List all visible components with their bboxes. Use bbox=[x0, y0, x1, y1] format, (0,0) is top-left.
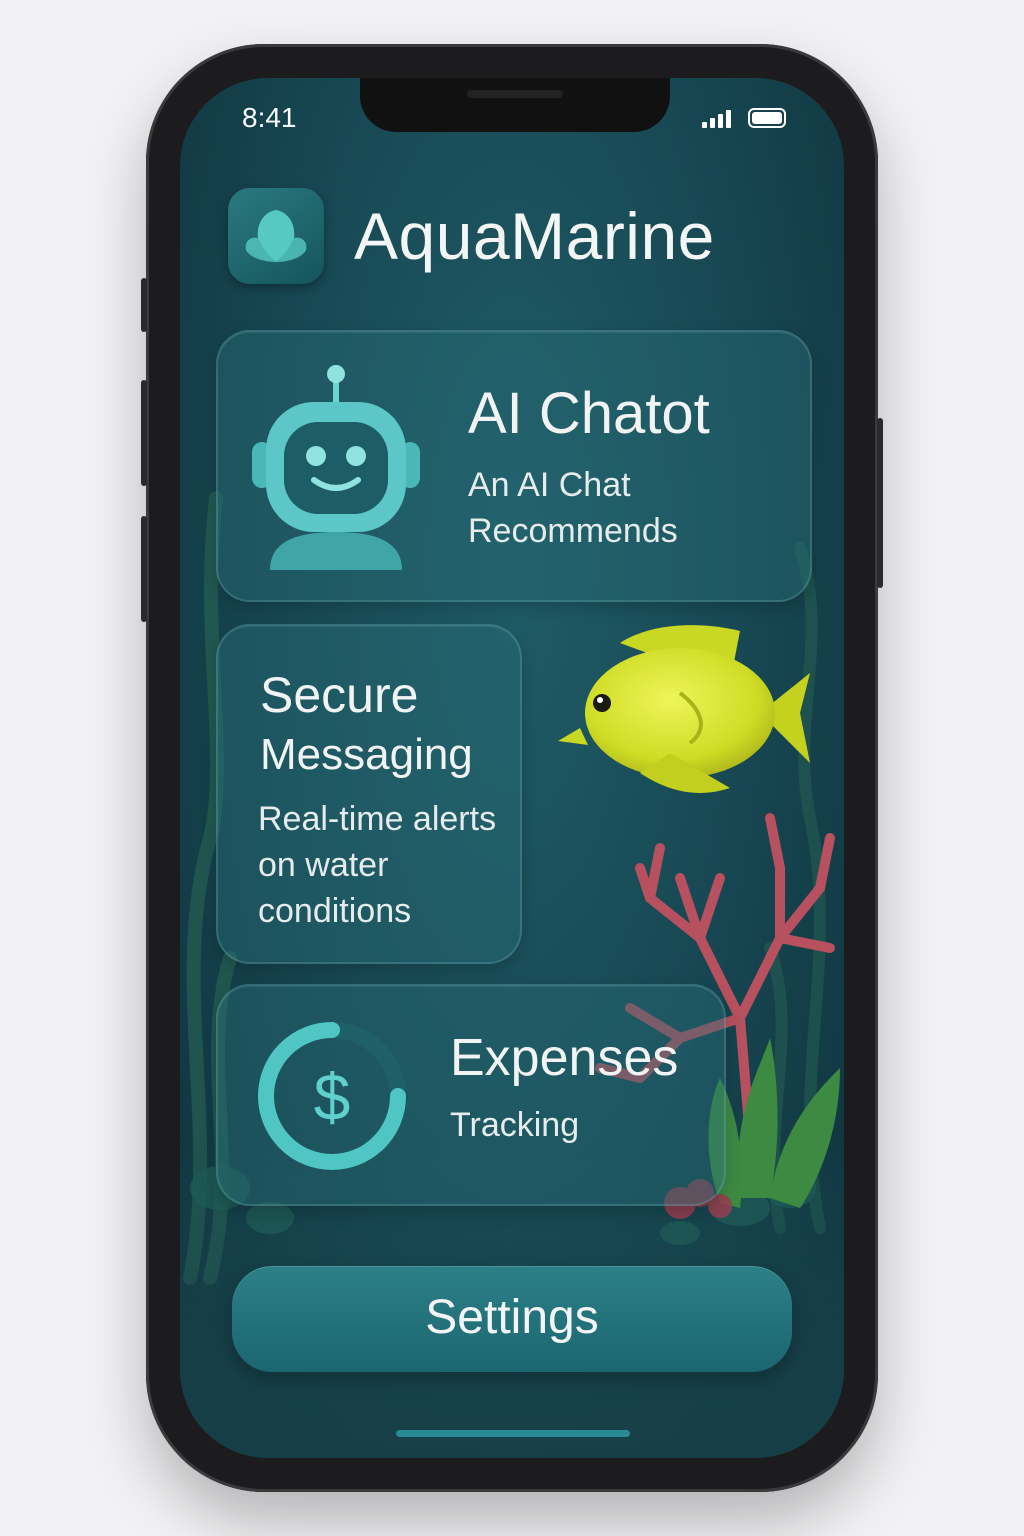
notch bbox=[360, 78, 670, 132]
expenses-card[interactable]: $ Expenses Tracking bbox=[216, 984, 726, 1206]
robot-icon bbox=[252, 365, 420, 570]
secure-messaging-card[interactable]: Secure Messaging Real-time alerts on wat… bbox=[216, 624, 522, 964]
shell-icon bbox=[245, 210, 307, 262]
status-time: 8:41 bbox=[242, 102, 297, 133]
app-screen: 8:41 AquaMarine AI Chatot An AI Chat Rec… bbox=[180, 78, 844, 1458]
messaging-title-line2: Messaging bbox=[260, 730, 473, 779]
settings-button[interactable]: Settings bbox=[232, 1266, 792, 1372]
app-title: AquaMarine bbox=[354, 199, 715, 273]
ai-chatbot-card[interactable]: AI Chatot An AI Chat Recommends bbox=[216, 330, 812, 602]
expenses-subtitle: Tracking bbox=[450, 1106, 580, 1144]
home-indicator[interactable] bbox=[396, 1430, 630, 1437]
chatbot-subtitle-line1: An AI Chat bbox=[468, 466, 631, 504]
volume-up-button bbox=[141, 380, 147, 486]
dollar-ring-icon: $ bbox=[258, 1022, 406, 1170]
messaging-subtitle-line3: conditions bbox=[258, 892, 412, 930]
app-logo[interactable] bbox=[228, 188, 324, 284]
signal-icon bbox=[702, 110, 731, 128]
svg-text:$: $ bbox=[314, 1060, 351, 1134]
battery-icon bbox=[748, 108, 786, 128]
mute-switch bbox=[141, 278, 147, 332]
messaging-subtitle-line1: Real-time alerts bbox=[258, 800, 497, 838]
messaging-title-line1: Secure bbox=[260, 667, 419, 723]
expenses-title: Expenses bbox=[450, 1029, 679, 1087]
volume-down-button bbox=[141, 516, 147, 622]
messaging-subtitle-line2: on water bbox=[258, 846, 389, 884]
settings-label: Settings bbox=[425, 1291, 599, 1344]
chatbot-subtitle-line2: Recommends bbox=[468, 512, 678, 550]
power-button bbox=[877, 418, 883, 588]
yellow-fish bbox=[558, 625, 810, 793]
chatbot-title: AI Chatot bbox=[468, 381, 710, 446]
speaker bbox=[467, 90, 563, 98]
